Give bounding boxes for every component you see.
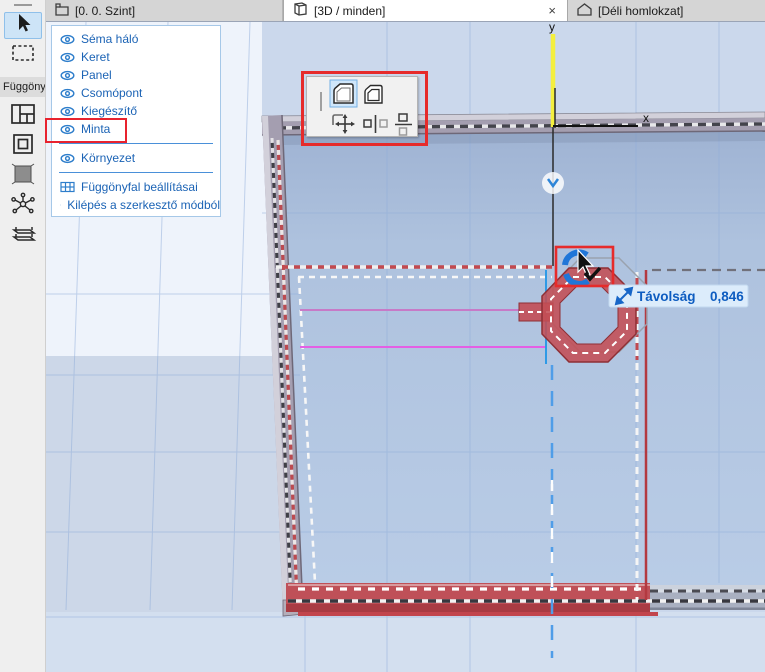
eye-icon [60, 124, 75, 134]
tab-label: [0. 0. Szint] [75, 3, 136, 18]
menu-item-kornyezet[interactable]: Környezet [52, 149, 220, 167]
x-axis-label: x [643, 111, 649, 125]
panel-icon [11, 163, 35, 190]
eye-icon [60, 106, 75, 116]
curtain-wall-interior [281, 131, 765, 585]
eye-icon [60, 153, 75, 163]
mirror-offset-button[interactable] [363, 115, 388, 133]
tooltip-value: 0,846 [710, 289, 744, 304]
frame-tool-button[interactable] [4, 133, 42, 160]
panel-scheme-b-button[interactable] [364, 84, 383, 104]
menu-item-kiegeszito[interactable]: Kiegészítő [52, 102, 220, 120]
toolbox: Függöny [0, 0, 46, 672]
elevation-icon [576, 2, 593, 20]
menu-separator [59, 172, 213, 173]
exit-door-icon [60, 204, 62, 206]
marquee-tool-button[interactable] [4, 42, 42, 69]
junction-icon [10, 192, 36, 221]
tab-close-button[interactable]: × [545, 4, 559, 17]
menu-item-keret[interactable]: Keret [52, 48, 220, 66]
eye-icon [60, 34, 75, 44]
accessory-tool-button[interactable] [4, 223, 42, 250]
menu-separator [59, 143, 213, 144]
tab-label: [3D / minden] [314, 3, 386, 18]
marquee-icon [11, 43, 35, 68]
tab-bar: [0. 0. Szint] [3D / minden] × [Déli homl… [46, 0, 765, 22]
tab-3d-view[interactable]: [3D / minden] × [283, 0, 568, 21]
toolbox-group-label: Függöny [0, 77, 45, 97]
ground-band [46, 612, 765, 672]
toolbox-grip[interactable] [13, 4, 32, 6]
pet-palette [306, 76, 418, 137]
eye-icon [60, 52, 75, 62]
menu-item-csomopont[interactable]: Csomópont [52, 84, 220, 102]
tab-elevation[interactable]: [Déli homlokzat] [568, 0, 765, 21]
move-pattern-button[interactable] [332, 114, 355, 134]
distance-tooltip: Távolság 0,846 [608, 284, 749, 308]
junction-tool-button[interactable] [4, 192, 42, 221]
outside-zone-lower [46, 356, 285, 612]
tooltip-label: Távolság [637, 289, 696, 304]
settings-grid-icon [60, 181, 75, 193]
scheme-grid-tool-button[interactable] [4, 103, 42, 130]
menu-item-panel[interactable]: Panel [52, 66, 220, 84]
arrow-tool-button[interactable] [3, 12, 42, 39]
panel-tool-button[interactable] [4, 163, 42, 190]
tab-label: [Déli homlokzat] [598, 3, 684, 18]
story-icon [54, 2, 70, 20]
eye-icon [60, 88, 75, 98]
eye-icon [60, 70, 75, 80]
arrow-icon [12, 12, 34, 39]
pan-indicator[interactable] [542, 172, 564, 194]
menu-item-fuggonyfal-beallitasai[interactable]: Függönyfal beállításai [52, 178, 220, 196]
menu-item-kilepes[interactable]: Kilépés a szerkesztő módból [52, 196, 220, 214]
menu-item-sema-halo[interactable]: Séma háló [52, 30, 220, 48]
frame-icon [11, 132, 35, 161]
y-axis-label: y [549, 22, 555, 34]
scheme-grid-icon [10, 103, 36, 130]
tab-floor-plan[interactable]: [0. 0. Szint] [46, 0, 283, 21]
accessory-icon [9, 222, 37, 251]
cube-3d-icon [292, 1, 309, 20]
curtain-wall-context-menu: Séma háló Keret Panel Csomópont Kiegészí… [45, 25, 221, 217]
panel-scheme-a-button[interactable] [329, 79, 358, 108]
distribute-button[interactable] [395, 113, 412, 136]
menu-item-minta[interactable]: Minta [45, 118, 220, 143]
